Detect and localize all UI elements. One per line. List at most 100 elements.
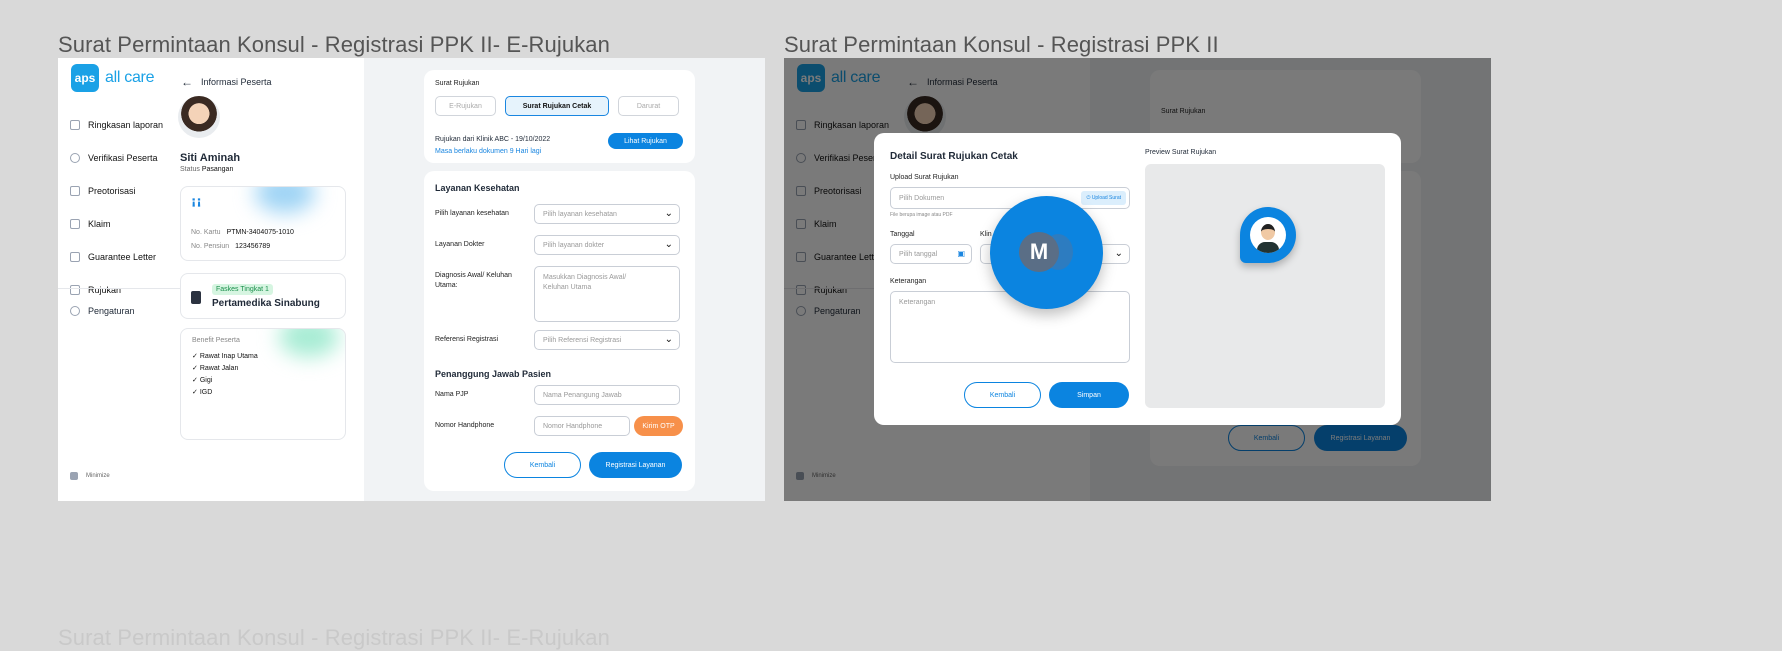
sidebar-item-label: Preotorisasi <box>88 185 136 196</box>
sidebar-item-label: Klaim <box>88 218 111 229</box>
card-decoration <box>279 329 339 357</box>
sidebar-item-label: Verifikasi Peserta <box>88 152 158 163</box>
kembali-button[interactable]: Kembali <box>504 452 581 478</box>
benefit-item: ✓ Rawat Inap Utama <box>192 353 258 360</box>
minimize-button[interactable]: Minimize <box>70 472 110 480</box>
simpan-button[interactable]: Simpan <box>1049 382 1129 408</box>
sidebar-item-verifikasi[interactable]: Verifikasi Peserta <box>70 141 176 174</box>
document-icon <box>70 185 80 196</box>
sidebar-item-preotorisasi[interactable]: Preotorisasi <box>70 174 176 207</box>
person-avatar-icon <box>1250 217 1286 253</box>
faskes-card: Faskes Tingkat 1 Pertamedika Sinabung <box>180 273 346 319</box>
status-label: Status <box>180 166 200 173</box>
sidebar-item-settings[interactable]: Pengaturan <box>70 306 135 316</box>
preview-area <box>1145 164 1385 408</box>
lihat-rujukan-button[interactable]: Lihat Rujukan <box>608 133 683 149</box>
upload-placeholder: Pilih Dokumen <box>899 194 945 202</box>
pension-number: No. Pensiun 123456789 <box>191 243 270 250</box>
chevron-down-icon: ⌄ <box>1114 248 1123 259</box>
patient-status: Status Pasangan <box>180 166 233 173</box>
frame-2-title: Surat Permintaan Konsul - Registrasi PPK… <box>784 32 1219 57</box>
select-placeholder: Pilih layanan kesehatan <box>543 210 617 218</box>
klinik-label: Klin <box>980 231 992 238</box>
pilih-layanan-label: Pilih layanan kesehatan <box>435 210 509 217</box>
surat-rujukan-label: Surat Rujukan <box>435 80 480 87</box>
layanan-dokter-label: Layanan Dokter <box>435 241 485 248</box>
layanan-select[interactable]: Pilih layanan kesehatan ⌄ <box>534 204 680 224</box>
divider <box>58 288 181 289</box>
tab-surat-rujukan-cetak[interactable]: Surat Rujukan Cetak <box>505 96 609 116</box>
rujukan-validity: Masa berlaku dokumen 9 Hari lagi <box>435 148 542 155</box>
card-info: ꜟꜟ No. Kartu PTMN-3404075-1010 No. Pensiu… <box>180 186 346 261</box>
diagnosis-textarea[interactable]: Masukkan Diagnosis Awal/ Keluhan Utama <box>534 266 680 322</box>
rujukan-info: Rujukan dari Klinik ABC - 19/10/2022 <box>435 136 551 143</box>
benefit-item: ✓ IGD <box>192 389 213 396</box>
pj-title: Penanggung Jawab Pasien <box>435 369 552 379</box>
location-pin-avatar[interactable] <box>1240 207 1296 263</box>
dokter-select[interactable]: Pilih layanan dokter ⌄ <box>534 235 680 255</box>
frame-2: aps all care Ringkasan laporan Verifikas… <box>784 58 1491 501</box>
registrasi-layanan-button[interactable]: Registrasi Layanan <box>589 452 682 478</box>
hospital-name: Pertamedika Sinabung <box>212 298 320 309</box>
minimize-label: Minimize <box>86 473 110 479</box>
referensi-select[interactable]: Pilih Referensi Registrasi ⌄ <box>534 330 680 350</box>
hospital-icon <box>191 291 201 304</box>
hp-input[interactable]: Nomor Handphone <box>534 416 630 436</box>
back-link[interactable]: ← Informasi Peserta <box>181 76 272 88</box>
layanan-title: Layanan Kesehatan <box>435 183 520 193</box>
sidebar-nav: Ringkasan laporan Verifikasi Peserta Pre… <box>70 108 176 306</box>
frame-1: aps all care Ringkasan laporan Verifikas… <box>58 58 765 501</box>
sidebar-item-label: Ringkasan laporan <box>88 119 164 130</box>
info-panel: ← Informasi Peserta Siti Aminah Status Pa… <box>178 58 364 501</box>
avatar <box>178 96 220 138</box>
pension-value: 123456789 <box>235 243 271 250</box>
card-number: No. Kartu PTMN-3404075-1010 <box>191 229 294 236</box>
keterangan-textarea[interactable]: Keterangan <box>890 291 1130 363</box>
upload-button[interactable]: ⏻ Upload Surat <box>1081 191 1126 205</box>
card-decoration <box>255 187 315 213</box>
surat-rujukan-panel: Surat Rujukan E-Rujukan Surat Rujukan Ce… <box>424 70 695 163</box>
select-placeholder: Pilih layanan dokter <box>543 241 605 249</box>
upload-label: Upload Surat Rujukan <box>890 174 959 181</box>
pension-label: No. Pensiun <box>191 243 230 250</box>
user-icon <box>70 152 80 163</box>
sidebar-item-label: Rujukan <box>88 284 122 295</box>
sidebar-item-ringkasan[interactable]: Ringkasan laporan <box>70 108 176 141</box>
frame-1-title: Surat Permintaan Konsul - Registrasi PPK… <box>58 32 610 57</box>
frame-3-title: Surat Permintaan Konsul - Registrasi PPK… <box>58 625 610 650</box>
chevron-down-icon: ⌄ <box>664 208 673 219</box>
logo-badge: aps <box>71 64 99 92</box>
sidebar-item-klaim[interactable]: Klaim <box>70 207 176 240</box>
sidebar-item-rujukan[interactable]: Rujukan <box>70 273 176 306</box>
benefit-item: ✓ Rawat Jalan <box>192 365 239 372</box>
shield-icon <box>70 251 80 262</box>
upload-hint: File berupa image atau PDF <box>890 212 953 218</box>
card-logo-icon: ꜟꜟ <box>191 197 202 214</box>
hp-label: Nomor Handphone <box>435 422 495 429</box>
cursor-highlight: M <box>990 196 1103 309</box>
grid-icon <box>70 119 80 130</box>
tanggal-input[interactable]: Pilih tanggal ▣ <box>890 244 972 264</box>
card-number-label: No. Kartu <box>191 229 221 236</box>
tab-darurat[interactable]: Darurat <box>618 96 679 116</box>
chevron-down-icon: ⌄ <box>664 334 673 345</box>
upload-input[interactable]: Pilih Dokumen ⏻ Upload Surat <box>890 187 1130 209</box>
main-content: Surat Rujukan E-Rujukan Surat Rujukan Ce… <box>364 58 765 501</box>
tanggal-label: Tanggal <box>890 231 915 238</box>
diagnosis-label: Diagnosis Awal/ Keluhan Utama: <box>435 272 512 289</box>
faskes-badge: Faskes Tingkat 1 <box>212 284 273 295</box>
kirim-otp-button[interactable]: Kirim OTP <box>634 416 683 436</box>
layanan-panel: Layanan Kesehatan Pilih layanan kesehata… <box>424 171 695 491</box>
modal-kembali-button[interactable]: Kembali <box>964 382 1041 408</box>
logo: aps all care <box>71 64 154 92</box>
user-initial-avatar[interactable]: M <box>1019 232 1059 272</box>
calendar-icon: ▣ <box>957 249 965 258</box>
referensi-label: Referensi Registrasi <box>435 336 499 343</box>
detail-rujukan-modal: Detail Surat Rujukan Cetak Upload Surat … <box>874 133 1401 425</box>
patient-name: Siti Aminah <box>180 152 241 164</box>
tab-e-rujukan[interactable]: E-Rujukan <box>435 96 496 116</box>
modal-title: Detail Surat Rujukan Cetak <box>890 151 1018 162</box>
logo-text: all care <box>105 69 155 86</box>
sidebar-item-guarantee[interactable]: Guarantee Letter <box>70 240 176 273</box>
nama-pjp-input[interactable]: Nama Penangung Jawab <box>534 385 680 405</box>
